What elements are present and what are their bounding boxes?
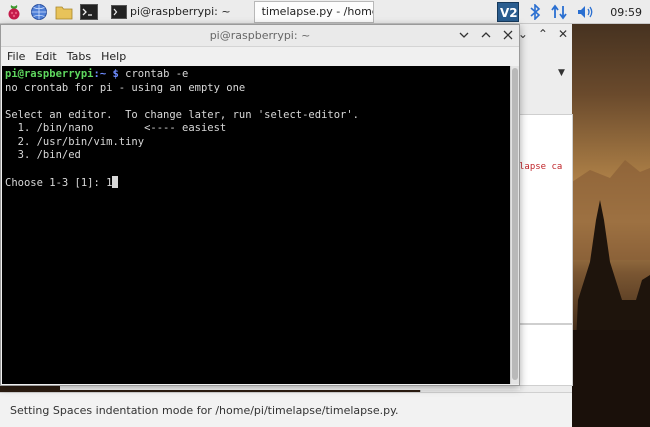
terminal-line-input[interactable]: Choose 1-3 [1]: 1: [5, 176, 507, 191]
taskbar-item-label: pi@raspberrypi: ~: [130, 5, 231, 18]
input-prompt: Choose 1-3 [1]:: [5, 177, 107, 189]
vnc-icon[interactable]: V2: [497, 2, 520, 22]
prompt-user: pi@raspberrypi: [5, 68, 94, 80]
terminal-window[interactable]: pi@raspberrypi: ~ File Edit Tabs Help pi…: [0, 24, 520, 386]
taskbar: pi@raspberrypi: ~ timelapse.py - /home..…: [0, 0, 650, 24]
raspberry-menu-icon[interactable]: [3, 2, 25, 22]
status-text: Setting Spaces indentation mode for /hom…: [10, 403, 399, 417]
clock: 09:59: [610, 5, 642, 19]
editor-window-controls: ⌄ ⌃ ✕: [518, 27, 568, 41]
taskbar-item-label: timelapse.py - /home...: [261, 5, 373, 18]
menu-tabs[interactable]: Tabs: [67, 50, 91, 63]
volume-icon[interactable]: [577, 4, 595, 20]
window-controls: [457, 28, 515, 42]
scrollbar-thumb[interactable]: [512, 68, 518, 380]
system-tray: V2 09:59: [492, 0, 650, 24]
menu-edit[interactable]: Edit: [35, 50, 56, 63]
terminal-menubar: File Edit Tabs Help: [1, 47, 519, 65]
maximize-icon[interactable]: ⌃: [538, 27, 548, 41]
terminal-titlebar[interactable]: pi@raspberrypi: ~: [1, 25, 519, 47]
taskbar-item-thonny[interactable]: timelapse.py - /home...: [253, 0, 374, 23]
text-cursor: [112, 176, 119, 188]
svg-text:V2: V2: [500, 6, 518, 20]
terminal-line: Select an editor. To change later, run '…: [5, 108, 360, 121]
terminal-screen[interactable]: pi@raspberrypi:~ $ crontab -e no crontab …: [2, 66, 510, 384]
command-text: crontab -e: [118, 68, 189, 80]
terminal-line: 3. /bin/ed: [5, 149, 81, 161]
web-browser-icon[interactable]: [28, 2, 50, 22]
terminal-line: no crontab for pi - using an empty one: [5, 81, 246, 94]
terminal-line: 2. /usr/bin/vim.tiny: [5, 135, 145, 148]
editor-status-bar: Setting Spaces indentation mode for /hom…: [0, 392, 572, 427]
terminal-icon: [111, 4, 127, 19]
terminal-launcher-icon[interactable]: [78, 2, 100, 22]
menu-file[interactable]: File: [7, 50, 25, 63]
terminal-line: 1. /bin/nano <---- easiest: [5, 122, 227, 134]
maximize-icon[interactable]: [479, 28, 493, 42]
terminal-line-command: pi@raspberrypi:~ $ crontab -e: [5, 68, 507, 82]
dropdown-arrow-icon[interactable]: ▼: [558, 68, 565, 78]
editor-lower-pane: [517, 324, 573, 386]
network-icon[interactable]: [551, 4, 568, 20]
bluetooth-icon[interactable]: [529, 4, 541, 20]
close-icon[interactable]: ✕: [558, 27, 568, 41]
taskbar-item-terminal[interactable]: pi@raspberrypi: ~: [106, 1, 236, 23]
window-title: pi@raspberrypi: ~: [209, 29, 311, 42]
editor-red-text: lapse ca: [519, 162, 563, 172]
terminal-scrollbar[interactable]: [510, 66, 519, 384]
minimize-icon[interactable]: [457, 28, 471, 42]
editor-side-pane: [517, 114, 573, 324]
close-icon[interactable]: [501, 28, 515, 42]
menu-help[interactable]: Help: [101, 50, 126, 63]
prompt-path: :~ $: [93, 68, 119, 80]
file-manager-icon[interactable]: [53, 2, 75, 22]
